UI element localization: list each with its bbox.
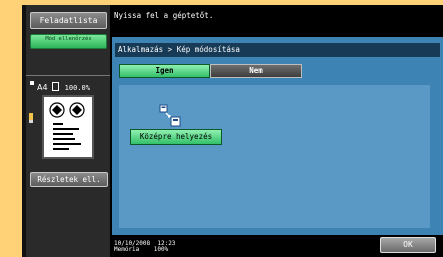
center-position-icon [159, 104, 181, 127]
yes-button[interactable]: Igen [119, 64, 210, 78]
paper-info: A4 100.0% [30, 81, 108, 93]
breadcrumb: Alkalmazás > Kép módosítása [118, 45, 240, 54]
page-outline-icon [52, 82, 60, 91]
document-preview [42, 95, 94, 159]
paper-size: A4 [37, 83, 48, 92]
staple-icon [29, 113, 33, 123]
mode-check-button[interactable]: Mód ellenőrzés [30, 34, 107, 49]
task-list-button[interactable]: Feladatlista [30, 12, 107, 29]
ok-button[interactable]: OK [380, 237, 436, 253]
message-bar [112, 5, 443, 37]
center-button[interactable]: Középre helyezés [130, 129, 222, 145]
zoom-level: 100.0% [64, 84, 90, 92]
left-divider [26, 75, 110, 76]
paper-size-marker-icon [30, 81, 34, 85]
details-button[interactable]: Részletek ell. [30, 172, 108, 187]
no-button[interactable]: Nem [210, 64, 302, 78]
memory-label: Memória [114, 246, 140, 253]
status-message: Nyissa fel a géptetőt. [114, 11, 214, 20]
memory-value: 100% [153, 246, 169, 253]
datetime-display: 10/10/2008 12:23 Memória 100% [114, 241, 175, 253]
document-preview-icon [49, 102, 85, 150]
left-panel-edge [22, 5, 26, 257]
